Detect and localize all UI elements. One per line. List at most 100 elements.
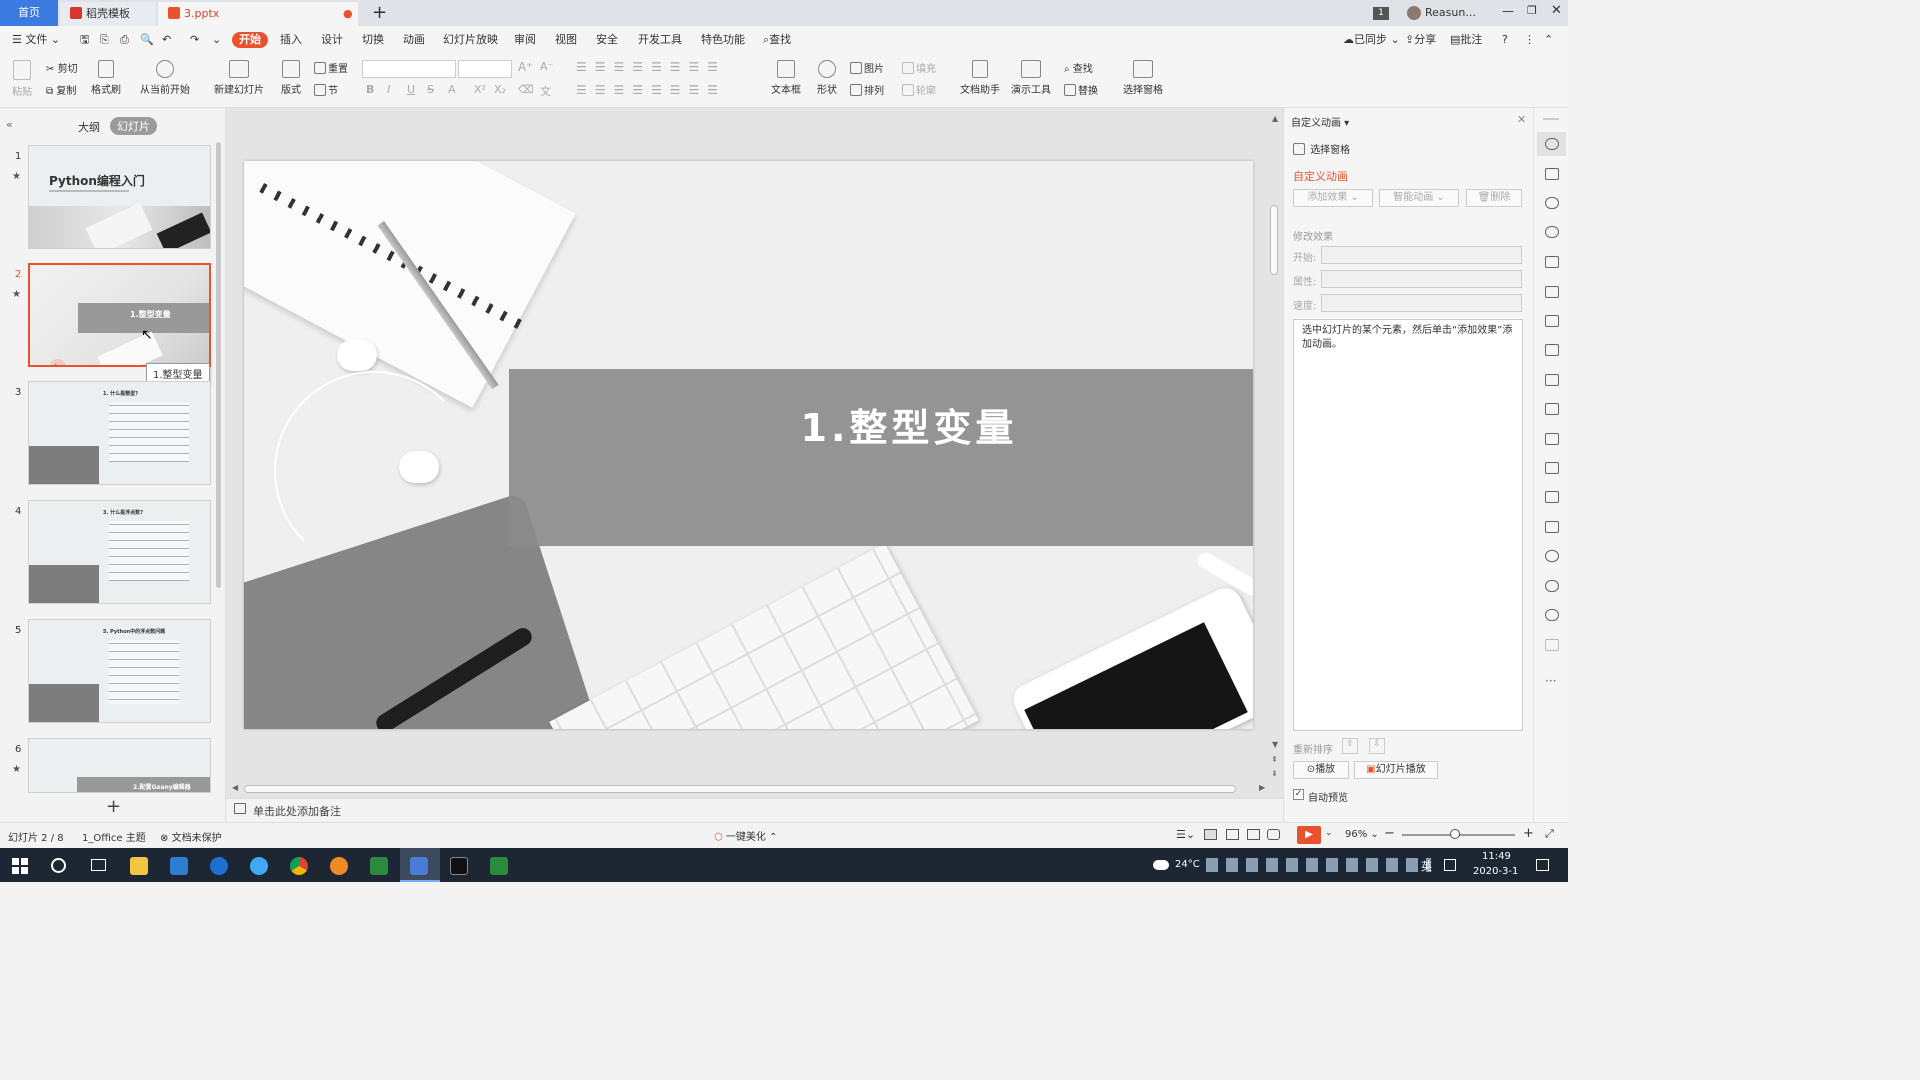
find-button[interactable]: ⌕ 查找 [1064,60,1093,75]
outline-button[interactable]: 轮廓 [902,82,936,97]
task-view-icon[interactable] [91,859,106,871]
tab-slides[interactable]: 幻灯片 [110,117,157,135]
quick-access-more-icon[interactable]: ⌄ [212,32,221,48]
help-icon[interactable]: ? [1502,32,1508,48]
audio-icon[interactable] [1545,521,1559,533]
restore-icon[interactable]: ❐ [1527,4,1537,17]
menu-transition[interactable]: 切换 [362,32,384,48]
notes-placeholder[interactable]: 单击此处添加备注 [253,803,341,819]
fill-button[interactable]: 填充 [902,60,936,75]
table-icon[interactable] [1545,286,1559,298]
more-tools-icon[interactable]: ··· [1545,674,1556,688]
redo-icon[interactable]: ↷ [190,32,199,48]
slide-sorter-icon[interactable] [1226,829,1239,840]
menu-start[interactable]: 开始 [232,32,268,48]
shape-icon[interactable] [1545,197,1559,209]
grid-icon[interactable] [1545,315,1559,327]
textbox-button[interactable]: 文本框 [768,60,804,96]
notes-toggle-icon[interactable]: ☰⌄ [1176,828,1195,841]
clock-date[interactable]: 2020-3-1 [1473,866,1518,877]
text-effect-icon[interactable]: 文 [540,83,551,99]
canvas-horizontal-scrollbar[interactable] [244,785,1236,793]
help-circle-icon[interactable] [1545,609,1559,621]
close-icon[interactable]: ✕ [1551,3,1562,18]
fill-bucket-icon[interactable] [1545,256,1559,268]
font-color-icon[interactable]: A [448,83,456,96]
store-icon[interactable] [170,857,188,875]
play-options-icon[interactable]: ⌄ [1325,828,1333,838]
notification-center-icon[interactable] [1536,859,1549,871]
cut-button[interactable]: ✂ 剪切 [46,60,78,75]
scroll-right-icon[interactable]: ▶ [1259,783,1265,792]
thumbnail-scrollbar[interactable] [216,142,221,588]
terminal-icon[interactable] [450,857,468,875]
media-player-icon[interactable] [330,857,348,875]
zoom-in-icon[interactable]: + [1523,826,1534,841]
theme-name[interactable]: 1_Office 主题 [82,829,146,844]
temperature[interactable]: 24°C [1175,859,1200,870]
selection-pane-button[interactable]: 选择窗格 [1122,60,1164,96]
subscript-icon[interactable]: X₂ [494,83,506,96]
menu-view[interactable]: 视图 [555,32,577,48]
menu-slideshow[interactable]: 幻灯片放映 [443,32,498,48]
fit-window-icon[interactable]: ⤢ [1545,827,1554,841]
delete-button[interactable]: 🗑删除 [1466,189,1522,207]
sync-button[interactable]: ☁已同步 ⌄ [1343,32,1400,48]
camtasia-recorder-icon[interactable] [490,857,508,875]
copy-button[interactable]: ⧉ 复制 [46,82,76,97]
share-out-icon[interactable] [1545,433,1559,445]
clear-format-icon[interactable]: ⌫ [518,83,534,96]
clock-time[interactable]: 11:49 [1482,851,1511,862]
weather-cloud-icon[interactable] [1153,860,1169,870]
more-menu-icon[interactable]: ⋮ [1524,32,1535,48]
current-slide[interactable]: 1.整型变量 [244,161,1253,729]
layout-button[interactable]: 版式 [276,60,306,96]
superscript-icon[interactable]: X² [474,83,486,96]
presentation-tools-button[interactable]: 演示工具 [1008,60,1054,96]
tray-icons[interactable] [1206,858,1431,872]
slide-thumbnail-6[interactable]: 2.配置Geany编辑器 [28,738,211,793]
menu-insert[interactable]: 插入 [280,32,302,48]
slide-thumbnail-4[interactable]: 3. 什么是浮点数? [28,500,211,604]
window-count-badge[interactable]: 1 [1373,7,1389,20]
increase-font-icon[interactable]: A⁺ [518,60,533,74]
animation-star-icon[interactable] [1545,138,1559,150]
panel-header[interactable]: 自定义动画 ▾ [1291,114,1349,129]
wps-icon[interactable] [410,857,428,875]
picture-button[interactable]: 图片 [850,60,884,75]
print-icon[interactable]: ⎙ [120,32,129,48]
document-icon[interactable] [1545,403,1559,415]
menu-developer[interactable]: 开发工具 [638,32,682,48]
tab-document[interactable]: 3.pptx ● [158,2,358,26]
scroll-down-icon[interactable]: ▼ [1272,740,1278,749]
menu-review[interactable]: 审阅 [514,32,536,48]
close-panel-icon[interactable]: ✕ [1517,113,1526,126]
format-painter-button[interactable]: 格式刷 [90,60,122,96]
paragraph-tools-row1[interactable]: ☰☰☰☰☰☰☰☰ [576,60,726,74]
bold-icon[interactable]: B [366,83,374,96]
selection-pane-link[interactable]: 选择窗格 [1293,141,1350,156]
presenter-view-icon[interactable] [1267,829,1280,840]
slide-thumbnail-1[interactable]: Python编程入门 [28,145,211,249]
reading-view-icon[interactable] [1247,829,1260,840]
windows-start-icon[interactable] [12,858,28,874]
property-select[interactable] [1321,270,1522,288]
slide-title-band[interactable] [509,369,1253,546]
font-size-select[interactable] [458,60,512,78]
doc-helper-button[interactable]: 文档助手 [960,60,1000,96]
animation-list[interactable]: 选中幻灯片的某个元素，然后单击“添加效果”添加动画。 [1293,319,1523,731]
strikethrough-icon[interactable]: S [427,83,434,96]
sliders-icon[interactable] [1545,374,1559,386]
history-icon[interactable] [1545,580,1559,592]
menu-animation[interactable]: 动画 [403,32,425,48]
new-tab-icon[interactable]: + [372,2,387,23]
slide-thumbnail-2[interactable]: 1.整型变量 ▶ [28,263,211,367]
collapse-panel-icon[interactable]: « [6,118,13,131]
share-button[interactable]: ⇪分享 [1405,32,1436,48]
menu-file[interactable]: ☰ 文件 ⌄ [12,32,60,48]
menu-design[interactable]: 设计 [321,32,343,48]
move-up-icon[interactable]: ⇧ [1342,738,1358,754]
prev-slide-icon[interactable]: ⇞ [1271,755,1278,764]
file-explorer-icon[interactable] [130,857,148,875]
ie-icon[interactable] [250,857,268,875]
